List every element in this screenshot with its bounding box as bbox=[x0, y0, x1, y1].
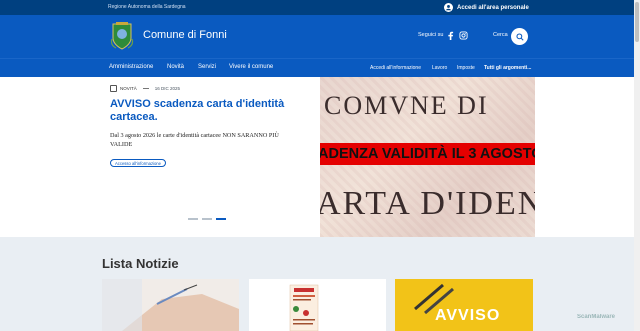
hero-tag[interactable]: Accesso all'informazione bbox=[110, 159, 166, 167]
news-card-image-medical[interactable] bbox=[102, 279, 239, 331]
hero-body: Dal 3 agosto 2026 le carte d'identità ca… bbox=[110, 132, 279, 148]
main-nav: Amministrazione Novità Servizi Vivere il… bbox=[0, 58, 640, 77]
instagram-icon[interactable] bbox=[459, 31, 468, 40]
nav-item-novita[interactable]: Novità bbox=[167, 64, 184, 70]
news-heading: Lista Notizie bbox=[102, 256, 179, 271]
login-label: Accedi all'area personale bbox=[457, 4, 529, 11]
top-bar: Regione Autonoma della Sardegna Accedi a… bbox=[0, 0, 640, 15]
facebook-icon[interactable] bbox=[446, 31, 455, 40]
carousel-dot[interactable] bbox=[188, 218, 198, 220]
poster-illustration bbox=[249, 279, 386, 331]
nav-item-servizi[interactable]: Servizi bbox=[198, 64, 216, 70]
site-header: Comune di Fonni Seguici su Cerca bbox=[0, 15, 640, 58]
hero-image[interactable]: COMVNE DI ADENZA VALIDITÀ IL 3 AGOSTO 20… bbox=[320, 77, 535, 237]
nav-topic-imposte[interactable]: Imposte bbox=[457, 65, 475, 71]
page-scrollbar[interactable] bbox=[634, 0, 640, 331]
carousel-indicators bbox=[188, 218, 226, 220]
search-label: Cerca bbox=[493, 32, 508, 38]
nav-topic-lavoro[interactable]: Lavoro bbox=[432, 65, 447, 71]
nav-item-amministrazione[interactable]: Amministrazione bbox=[109, 64, 153, 70]
hero-date: 16 DIC 2025 bbox=[154, 86, 181, 91]
hero-title[interactable]: AVVISO scadenza carta d'identità cartace… bbox=[110, 98, 310, 124]
image-text-line1: COMVNE DI bbox=[324, 91, 489, 120]
news-card-image-avviso[interactable]: AVVISO bbox=[395, 279, 533, 331]
search-button[interactable] bbox=[511, 28, 528, 45]
scrollbar-thumb[interactable] bbox=[635, 2, 639, 42]
comune-logo[interactable] bbox=[110, 21, 134, 51]
news-section: Lista Notizie AVVISO bbox=[0, 237, 640, 331]
calendar-icon bbox=[110, 85, 117, 92]
image-red-band: ADENZA VALIDITÀ IL 3 AGOSTO 20 bbox=[320, 143, 535, 165]
news-card-image-poster[interactable] bbox=[249, 279, 386, 331]
carousel-dot-active[interactable] bbox=[216, 218, 226, 220]
nav-item-vivere[interactable]: Vivere il comune bbox=[229, 64, 273, 70]
kicker-separator bbox=[142, 88, 149, 89]
login-button[interactable]: Accedi all'area personale bbox=[444, 2, 529, 13]
user-icon bbox=[444, 3, 453, 12]
hero-kicker: NOVITÀ 16 DIC 2025 bbox=[110, 85, 180, 92]
image-text-line3: ARTA D'IDENTI bbox=[320, 185, 535, 222]
follow-label: Seguici su bbox=[418, 32, 444, 38]
avviso-card-text: AVVISO bbox=[435, 307, 501, 324]
site-title[interactable]: Comune di Fonni bbox=[143, 29, 227, 41]
medical-illustration bbox=[102, 279, 239, 331]
image-text-band: ADENZA VALIDITÀ IL 3 AGOSTO 20 bbox=[320, 146, 535, 162]
nav-all-topics[interactable]: Tutti gli argomenti... bbox=[484, 65, 531, 71]
hero-category[interactable]: NOVITÀ bbox=[120, 86, 137, 91]
scanmalware-watermark: ScanMalware bbox=[577, 314, 616, 320]
region-link[interactable]: Regione Autonoma della Sardegna bbox=[108, 4, 186, 10]
nav-topic-informazione[interactable]: Accedi all'informazione bbox=[370, 65, 421, 71]
search-icon bbox=[515, 32, 524, 41]
carousel-dot[interactable] bbox=[202, 218, 212, 220]
